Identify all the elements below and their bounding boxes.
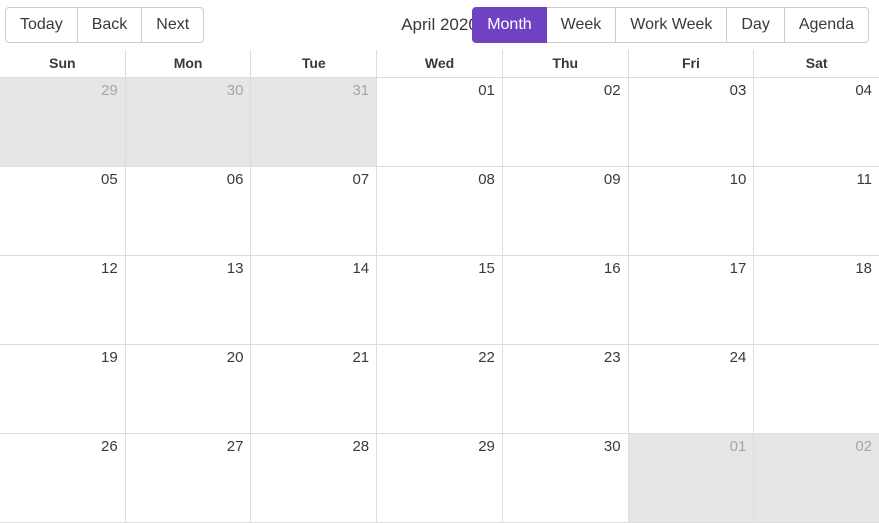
day-number: 01	[729, 438, 747, 455]
day-cell[interactable]: 18	[753, 256, 879, 344]
day-number: 18	[855, 260, 873, 277]
day-of-week-header-row: Sun Mon Tue Wed Thu Fri Sat	[0, 50, 879, 78]
view-day-button[interactable]: Day	[726, 7, 785, 43]
day-cell[interactable]: 21	[250, 345, 377, 433]
day-cell[interactable]: 27	[124, 434, 251, 522]
calendar-widget: Today Back Next April 2020 Month Week Work W…	[0, 0, 879, 523]
day-number: 05	[101, 171, 118, 188]
day-cell[interactable]: 13	[124, 256, 251, 344]
day-number: 15	[478, 260, 495, 277]
day-number: 02	[603, 82, 621, 99]
day-cell[interactable]: 12	[0, 256, 125, 344]
day-number: 01	[478, 82, 495, 99]
day-cell[interactable]: 24	[627, 345, 754, 433]
day-number: 29	[101, 82, 118, 99]
day-number: 13	[226, 260, 244, 277]
day-number: 07	[352, 171, 370, 188]
day-cell[interactable]: 02	[501, 78, 628, 166]
day-cell[interactable]: 08	[376, 167, 502, 255]
day-cell[interactable]: 23	[501, 345, 628, 433]
day-of-week-header-wed: Wed	[376, 50, 502, 77]
day-number: 21	[352, 349, 370, 366]
day-number: 03	[729, 82, 747, 99]
day-cell[interactable]: 29	[376, 434, 502, 522]
day-number: 09	[603, 171, 621, 188]
day-number: 30	[226, 82, 244, 99]
next-button[interactable]: Next	[141, 7, 205, 43]
day-number: 31	[352, 82, 370, 99]
week-row: 29 30 31 01 02 03 04	[0, 78, 879, 166]
day-cell[interactable]: 11	[753, 167, 879, 255]
day-number: 27	[226, 438, 244, 455]
day-cell[interactable]: 07	[250, 167, 377, 255]
week-row: 12 13 14 15 16 17 18	[0, 255, 879, 344]
day-cell[interactable]: 09	[501, 167, 628, 255]
day-number: 10	[729, 171, 747, 188]
day-cell[interactable]: 02	[753, 434, 879, 522]
day-cell[interactable]: 31	[250, 78, 377, 166]
day-cell[interactable]	[753, 345, 879, 433]
today-button[interactable]: Today	[5, 7, 78, 43]
day-cell[interactable]: 14	[250, 256, 377, 344]
day-of-week-header-fri: Fri	[627, 50, 754, 77]
day-number: 23	[603, 349, 621, 366]
day-of-week-header-sun: Sun	[49, 55, 76, 71]
week-row: 05 06 07 08 09 10 11	[0, 166, 879, 255]
day-number: 14	[352, 260, 370, 277]
day-of-week-header-tue: Tue	[250, 50, 376, 77]
day-number: 28	[352, 438, 370, 455]
day-number: 20	[226, 349, 244, 366]
day-cell[interactable]: 30	[124, 78, 251, 166]
day-number: 16	[603, 260, 621, 277]
day-cell[interactable]: 26	[0, 434, 125, 522]
day-number: 08	[478, 171, 495, 188]
day-cell[interactable]: 03	[627, 78, 754, 166]
view-work-week-button[interactable]: Work Week	[615, 7, 728, 43]
day-cell[interactable]: 17	[627, 256, 754, 344]
day-number: 29	[478, 438, 495, 455]
day-number: 06	[226, 171, 244, 188]
view-week-button[interactable]: Week	[545, 7, 617, 43]
week-row: 26 27 28 29 30 01 02	[0, 433, 879, 522]
day-cell[interactable]: 01	[376, 78, 502, 166]
calendar-toolbar: Today Back Next April 2020 Month Week Work W…	[0, 0, 879, 50]
day-of-week-header-sat: Sat	[753, 50, 879, 77]
day-cell[interactable]: 01	[627, 434, 754, 522]
day-cell[interactable]: 29	[0, 78, 125, 166]
day-number: 17	[729, 260, 747, 277]
day-cell[interactable]: 15	[376, 256, 502, 344]
day-cell[interactable]: 30	[501, 434, 628, 522]
day-number: 24	[729, 349, 747, 366]
day-cell[interactable]: 28	[250, 434, 377, 522]
day-number: 02	[855, 438, 873, 455]
day-cell[interactable]: 16	[501, 256, 628, 344]
view-month-button[interactable]: Month	[472, 7, 547, 43]
day-number: 30	[603, 438, 621, 455]
day-cell[interactable]: 20	[124, 345, 251, 433]
day-number: 12	[101, 260, 118, 277]
day-number: 26	[101, 438, 118, 455]
day-cell[interactable]: 10	[627, 167, 754, 255]
day-number: 04	[855, 82, 873, 99]
month-grid: 29 30 31 01 02 03 04 05 06 07 08 09 10 11 12 13 14 15 16 17…	[0, 78, 879, 523]
day-cell[interactable]: 05	[0, 167, 125, 255]
week-row: 19 20 21 22 23 24	[0, 344, 879, 433]
day-cell[interactable]: 06	[124, 167, 251, 255]
navigation-button-group: Today Back Next	[5, 7, 205, 43]
view-agenda-button[interactable]: Agenda	[783, 7, 869, 43]
view-button-group: Month Week Work Week Day Agenda	[472, 7, 869, 43]
back-button[interactable]: Back	[76, 7, 143, 43]
day-number: 11	[856, 171, 873, 188]
day-of-week-header-mon: Mon	[124, 50, 251, 77]
day-cell[interactable]: 19	[0, 345, 125, 433]
day-number: 19	[101, 349, 118, 366]
day-cell[interactable]: 04	[753, 78, 879, 166]
day-cell[interactable]: 22	[376, 345, 502, 433]
day-number: 22	[478, 349, 495, 366]
day-of-week-header-thu: Thu	[501, 50, 628, 77]
